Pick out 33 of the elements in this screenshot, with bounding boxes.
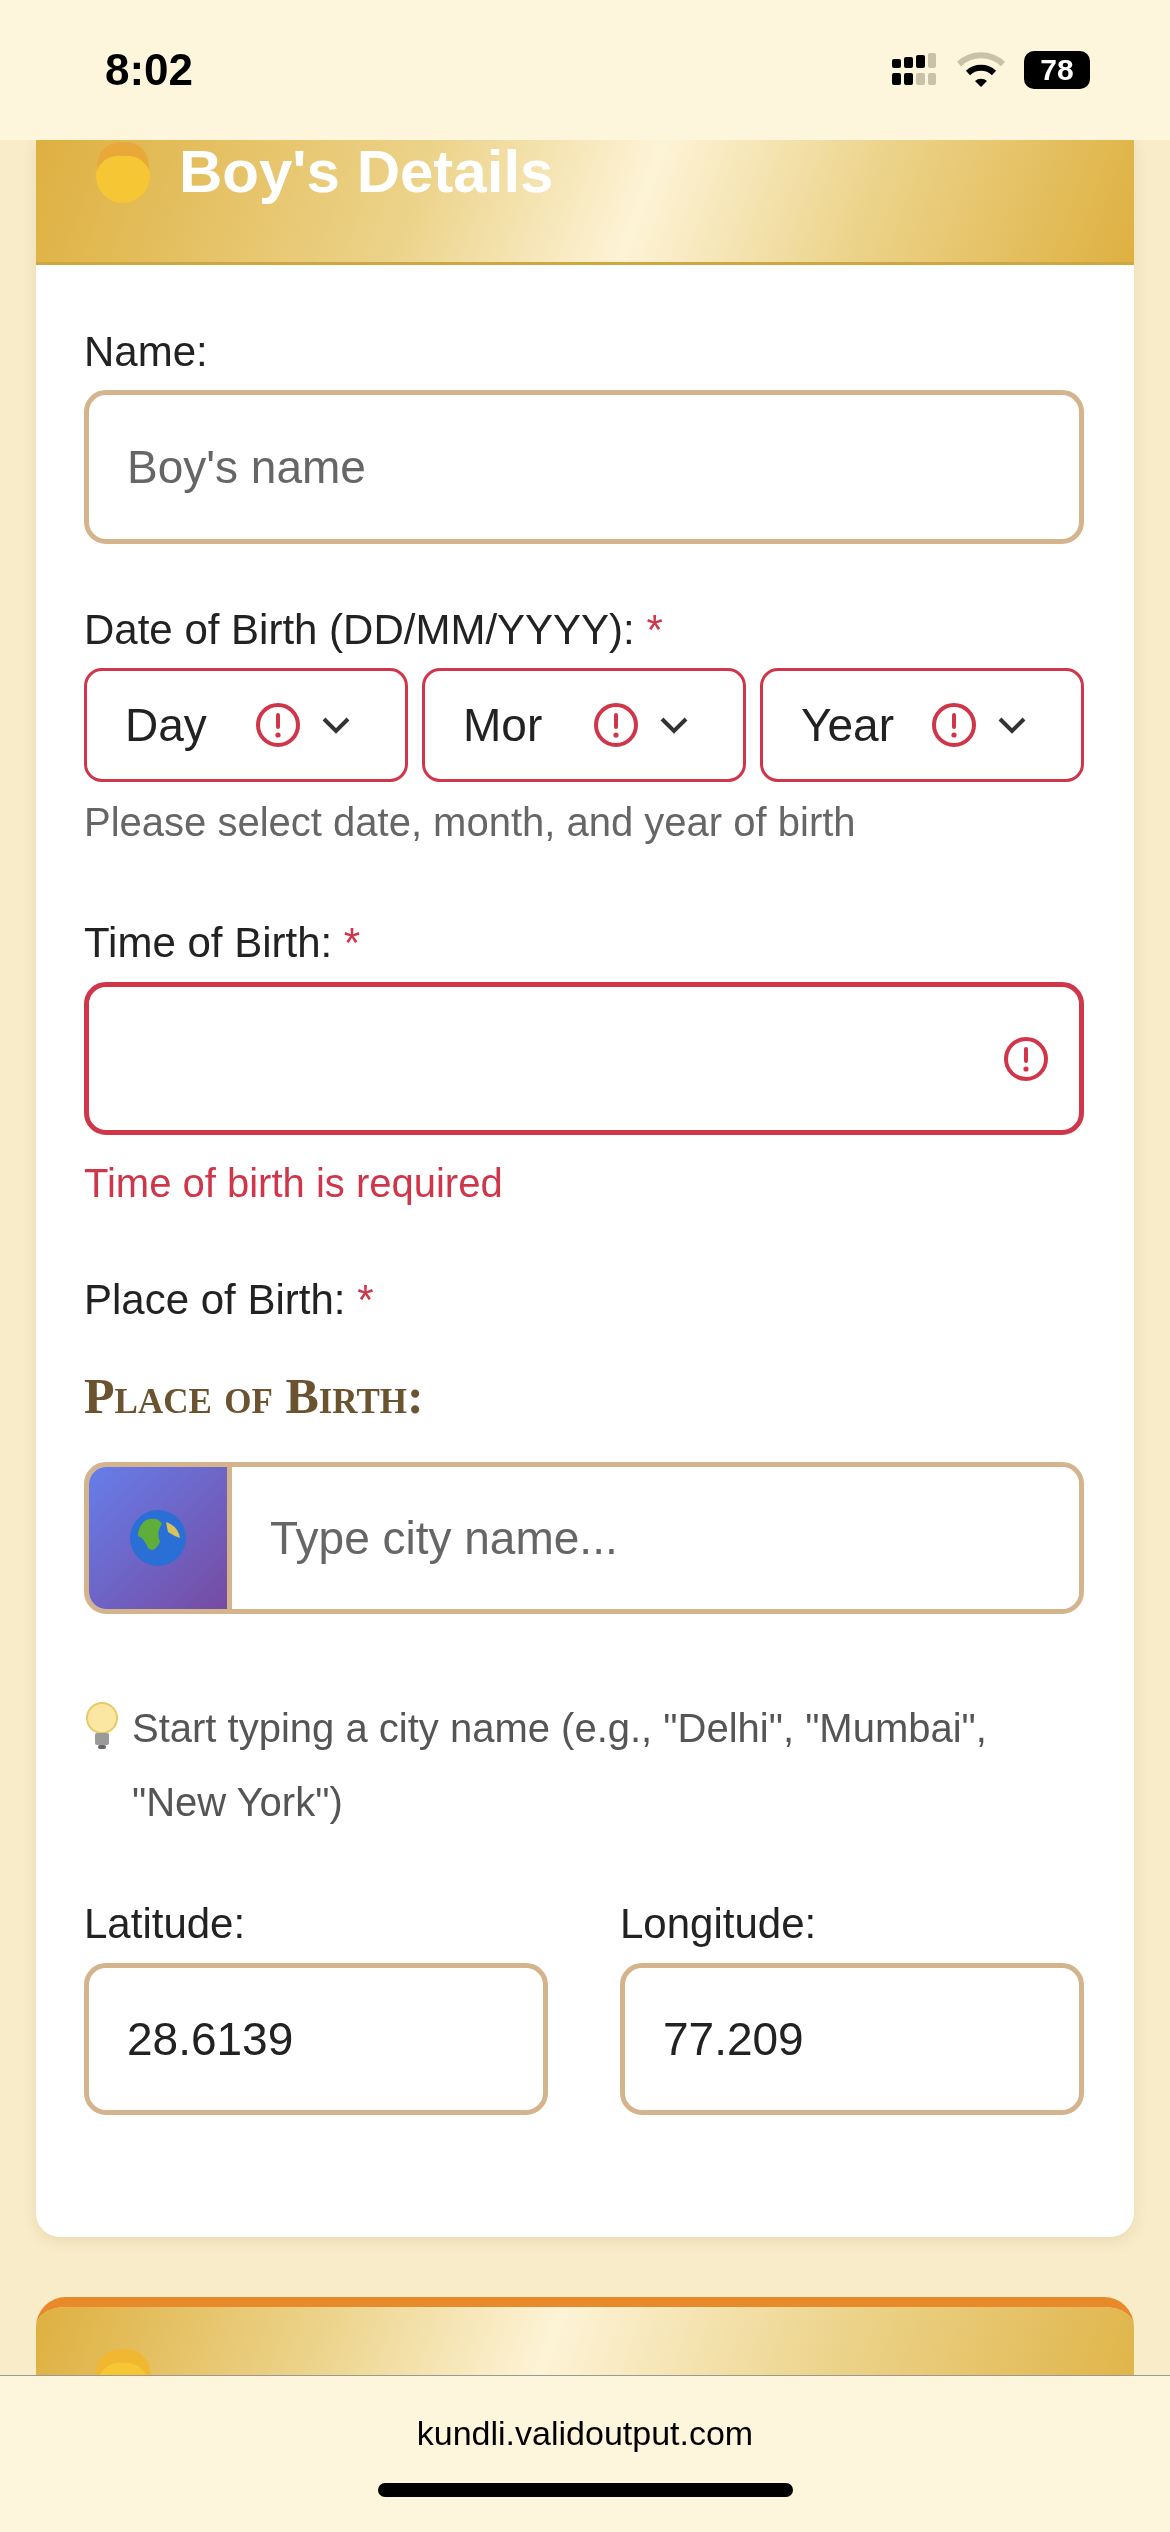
globe-icon	[128, 1508, 188, 1568]
chevron-icon	[659, 716, 689, 734]
field-label: Longitude:	[620, 1899, 818, 1949]
field-label: Name:	[84, 327, 209, 377]
url-text[interactable]: kundli.validoutput.com	[416, 2414, 754, 2453]
help-text: Please select date, month, and year of birth	[84, 799, 857, 846]
error-icon	[593, 702, 639, 748]
battery-icon: 78	[1024, 51, 1090, 89]
name-input[interactable]: Boy's name	[84, 390, 1084, 544]
dropdown[interactable]: Mor	[422, 668, 746, 782]
error-message: Time of birth is required	[84, 1160, 504, 1207]
hint-text: Start typing a city name (e.g., "Delhi", "Mumbai", "New York")	[132, 1705, 988, 1826]
coordinate-input[interactable]: 77.209	[620, 1963, 1084, 2115]
time-input[interactable]	[84, 982, 1084, 1135]
field-label: Date of Birth (DD/MM/YYYY): *	[84, 605, 664, 655]
field-label: Place of Birth: *	[84, 1275, 375, 1325]
field-label: Time of Birth: *	[84, 918, 362, 968]
error-icon	[1003, 1035, 1049, 1082]
clock-time: 8:02	[105, 45, 194, 95]
lightbulb-icon	[84, 1701, 120, 1751]
chevron-icon	[321, 716, 351, 734]
field-label: Latitude:	[84, 1899, 247, 1949]
city-input[interactable]: Type city name...	[84, 1462, 1084, 1614]
error-icon	[255, 702, 301, 748]
dropdown[interactable]: Day	[84, 668, 408, 782]
error-icon	[931, 702, 977, 748]
coordinate-input[interactable]: 28.6139	[84, 1963, 548, 2115]
section-heading: Place of Birth:	[84, 1368, 425, 1424]
card-title: Boy's Details	[179, 140, 554, 204]
signal-icon	[892, 53, 938, 87]
wifi-icon	[956, 52, 1006, 88]
chevron-icon	[997, 716, 1027, 734]
dropdown[interactable]: Year	[760, 668, 1084, 782]
